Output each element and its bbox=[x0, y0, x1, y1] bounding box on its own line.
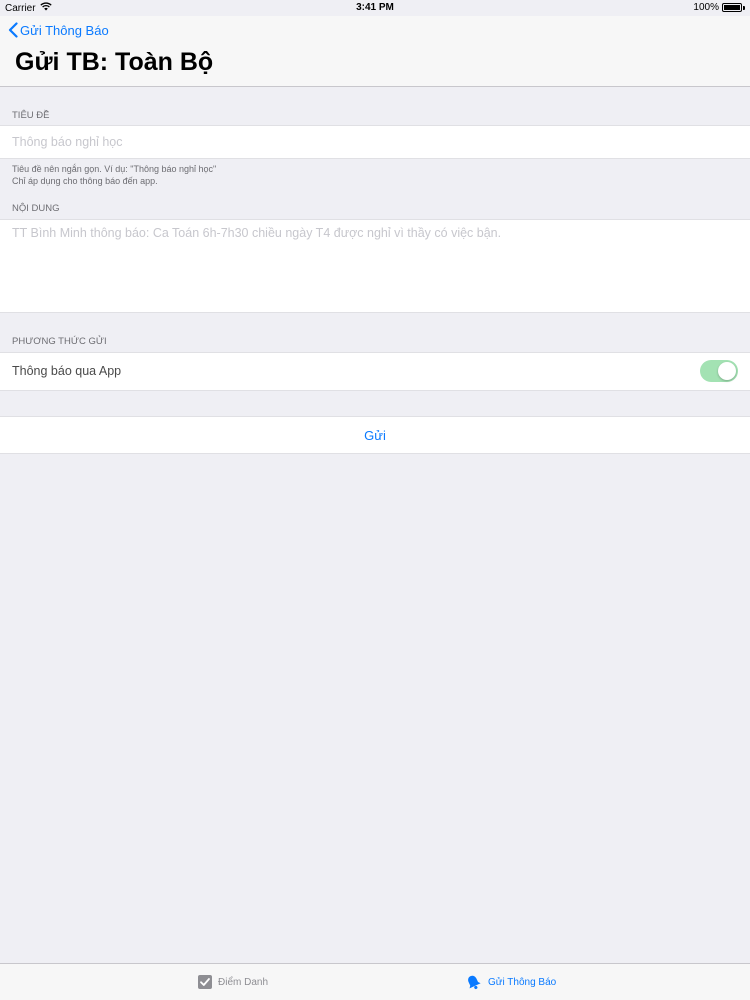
tab-gui-thong-bao-label: Gửi Thông Báo bbox=[488, 976, 557, 988]
title-note-line-2: Chỉ áp dụng cho thông báo đến app. bbox=[12, 176, 158, 186]
title-note: Tiêu đề nên ngắn gọn. Ví dụ: "Thông báo … bbox=[12, 163, 216, 187]
battery-tip bbox=[743, 5, 745, 10]
checkbox-icon bbox=[198, 975, 212, 989]
send-button[interactable]: Gửi bbox=[0, 417, 750, 453]
status-right: 100% bbox=[693, 2, 745, 13]
chevron-left-icon bbox=[8, 22, 18, 38]
title-input[interactable] bbox=[12, 126, 738, 158]
title-section-header: TIÊU ĐỀ bbox=[12, 110, 50, 121]
battery-fill bbox=[724, 5, 740, 10]
battery-icon bbox=[722, 3, 742, 12]
method-section-header: PHƯƠNG THỨC GỬI bbox=[12, 336, 107, 347]
tab-diem-danh-label: Điểm Danh bbox=[218, 976, 269, 988]
method-app-label: Thông báo qua App bbox=[12, 364, 122, 378]
toggle-knob bbox=[718, 362, 736, 380]
battery-percent: 100% bbox=[693, 2, 719, 13]
back-button[interactable]: Gửi Thông Báo bbox=[8, 22, 109, 38]
tab-bar: Điểm Danh Gửi Thông Báo bbox=[0, 963, 750, 1000]
status-bar: Carrier 3:41 PM 100% bbox=[0, 0, 750, 16]
bell-icon bbox=[465, 974, 482, 991]
page-title: Gửi TB: Toàn Bộ bbox=[15, 48, 214, 76]
status-time: 3:41 PM bbox=[356, 2, 394, 13]
title-cell bbox=[0, 125, 750, 159]
method-app-cell: Thông báo qua App bbox=[0, 352, 750, 391]
send-cell: Gửi bbox=[0, 416, 750, 454]
tab-diem-danh[interactable]: Điểm Danh bbox=[198, 964, 268, 1000]
tab-gui-thong-bao[interactable]: Gửi Thông Báo bbox=[465, 964, 556, 1000]
method-app-toggle[interactable] bbox=[700, 360, 738, 382]
content-textarea[interactable] bbox=[12, 226, 738, 306]
back-button-label: Gửi Thông Báo bbox=[20, 22, 109, 38]
content-section-header: NỘI DUNG bbox=[12, 203, 60, 214]
navigation-bar: Gửi Thông Báo Gửi TB: Toàn Bộ bbox=[0, 16, 750, 87]
content-cell bbox=[0, 219, 750, 313]
title-note-line-1: Tiêu đề nên ngắn gọn. Ví dụ: "Thông báo … bbox=[12, 164, 217, 174]
